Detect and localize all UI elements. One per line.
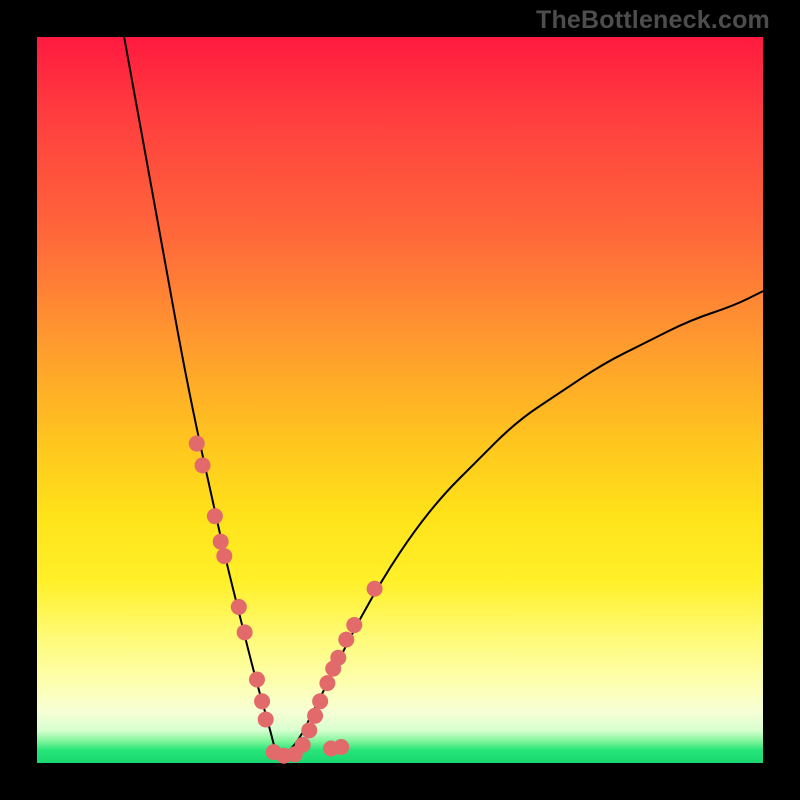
curve-marker	[295, 737, 311, 753]
chart-overlay	[37, 37, 763, 763]
curve-marker	[319, 675, 335, 691]
curve-marker	[195, 457, 211, 473]
curve-marker	[338, 632, 354, 648]
curve-marker	[216, 548, 232, 564]
curve-marker	[367, 581, 383, 597]
curve-marker	[213, 534, 229, 550]
curve-marker	[323, 740, 339, 756]
curve-marker	[258, 711, 274, 727]
attribution-text: TheBottleneck.com	[536, 6, 770, 35]
plot-area	[37, 37, 763, 763]
curve-line	[124, 37, 763, 756]
curve-marker	[189, 436, 205, 452]
chart-frame: TheBottleneck.com	[0, 0, 800, 800]
curve-marker	[330, 650, 346, 666]
curve-marker	[207, 508, 223, 524]
curve-markers	[189, 436, 383, 764]
curve-marker	[237, 624, 253, 640]
curve-marker	[346, 617, 362, 633]
curve-marker	[301, 722, 317, 738]
curve-marker	[231, 599, 247, 615]
curve-marker	[254, 693, 270, 709]
curve-marker	[249, 672, 265, 688]
curve-marker	[312, 693, 328, 709]
curve-marker	[307, 708, 323, 724]
